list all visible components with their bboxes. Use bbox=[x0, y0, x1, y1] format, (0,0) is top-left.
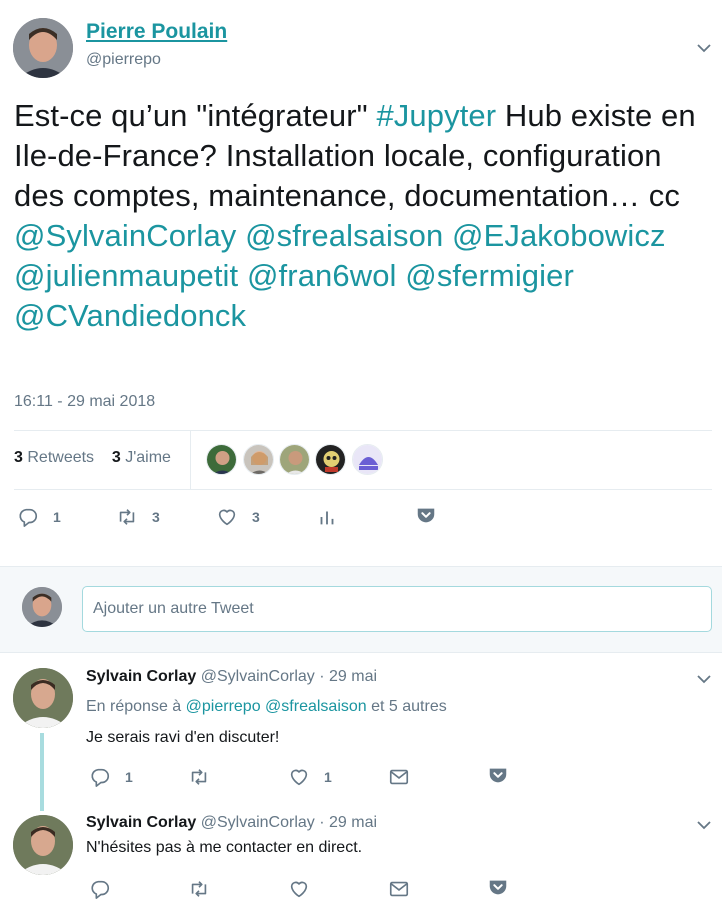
tweet-text-part: Est-ce qu’un "intégrateur" bbox=[14, 98, 377, 133]
tweet-stats: 3 Retweets 3 J'aime bbox=[14, 449, 171, 467]
like-button[interactable]: 1 bbox=[288, 766, 332, 788]
thread-line bbox=[40, 733, 44, 811]
mention-link[interactable]: @julienmaupetit bbox=[14, 258, 238, 293]
retweet-icon bbox=[191, 881, 207, 897]
divider bbox=[14, 489, 712, 490]
mention-link[interactable]: @fran6wol bbox=[247, 258, 397, 293]
author-avatar[interactable] bbox=[13, 18, 73, 78]
stats-separator bbox=[190, 431, 191, 489]
retweet-button[interactable] bbox=[188, 878, 210, 900]
avatar[interactable] bbox=[243, 444, 274, 475]
pocket-icon bbox=[489, 768, 507, 783]
reply-context-suffix[interactable]: et 5 autres bbox=[371, 698, 447, 715]
reply-icon bbox=[91, 880, 110, 899]
mail-icon bbox=[389, 769, 409, 785]
pocket-button[interactable] bbox=[415, 504, 437, 526]
like-count: 3 bbox=[252, 509, 260, 525]
reply-text: N'hésites pas à me contacter en direct. bbox=[86, 839, 363, 856]
reply-button[interactable] bbox=[89, 878, 111, 900]
reply-author-name[interactable]: Sylvain Corlay bbox=[86, 668, 196, 685]
likes-label: J'aime bbox=[125, 449, 171, 466]
mention-link[interactable]: @SylvainCorlay bbox=[14, 218, 236, 253]
like-count: 1 bbox=[324, 769, 332, 785]
reply-author-handle[interactable]: @SylvainCorlay bbox=[201, 814, 315, 831]
retweets-stat[interactable]: 3 Retweets bbox=[14, 449, 94, 466]
mention-link[interactable]: @sfrealsaison bbox=[265, 698, 367, 715]
retweet-icon bbox=[191, 769, 207, 785]
mention-link[interactable]: @CVandiedonck bbox=[14, 298, 246, 333]
mention-link[interactable]: @sfrealsaison bbox=[245, 218, 443, 253]
reply-count: 1 bbox=[125, 769, 133, 785]
avatar[interactable] bbox=[13, 815, 73, 875]
pocket-button[interactable] bbox=[487, 764, 509, 786]
like-button[interactable]: 3 bbox=[216, 506, 260, 528]
hashtag-link[interactable]: #Jupyter bbox=[376, 98, 496, 133]
direct-message-button[interactable] bbox=[388, 878, 410, 900]
retweet-icon bbox=[119, 509, 135, 525]
reply-button[interactable]: 1 bbox=[89, 766, 133, 788]
retweet-button[interactable]: 3 bbox=[116, 506, 160, 528]
reply-context-prefix: En réponse à bbox=[86, 698, 182, 715]
analytics-icon bbox=[320, 511, 334, 525]
reply-text: Je serais ravi d'en discuter! bbox=[86, 729, 280, 746]
avatar bbox=[22, 587, 62, 627]
reply-icon bbox=[91, 768, 110, 787]
reply-date[interactable]: · 29 mai bbox=[319, 814, 377, 831]
avatar[interactable] bbox=[352, 444, 383, 475]
likes-count: 3 bbox=[111, 449, 121, 466]
reply-author-handle[interactable]: @SylvainCorlay bbox=[201, 668, 315, 685]
reply-author-name[interactable]: Sylvain Corlay bbox=[86, 814, 196, 831]
tweet-timestamp[interactable]: 16:11 - 29 mai 2018 bbox=[14, 393, 155, 411]
reply-button[interactable]: 1 bbox=[17, 506, 61, 528]
heart-icon bbox=[290, 881, 308, 898]
analytics-button[interactable] bbox=[316, 506, 338, 528]
chevron-down-icon[interactable] bbox=[697, 818, 711, 832]
heart-icon bbox=[290, 769, 308, 786]
chevron-down-icon[interactable] bbox=[697, 672, 711, 686]
retweet-count: 3 bbox=[152, 509, 160, 525]
retweets-count: 3 bbox=[14, 449, 23, 466]
reply-date[interactable]: · 29 mai bbox=[319, 668, 377, 685]
like-button[interactable] bbox=[288, 878, 310, 900]
retweets-label: Retweets bbox=[27, 449, 95, 466]
reply-count: 1 bbox=[53, 509, 61, 525]
reply-header: Sylvain Corlay @SylvainCorlay · 29 mai bbox=[86, 668, 377, 686]
direct-message-button[interactable] bbox=[388, 766, 410, 788]
reply-context: En réponse à @pierrepo @sfrealsaison et … bbox=[86, 698, 447, 716]
tweet-text: Est-ce qu’un "intégrateur" #Jupyter Hub … bbox=[14, 96, 714, 336]
pocket-icon bbox=[489, 880, 507, 895]
mention-link[interactable]: @EJakobowicz bbox=[452, 218, 666, 253]
divider bbox=[14, 430, 712, 431]
reply-header: Sylvain Corlay @SylvainCorlay · 29 mai bbox=[86, 814, 377, 832]
pocket-icon bbox=[417, 508, 435, 523]
pocket-button[interactable] bbox=[487, 876, 509, 898]
author-name[interactable]: Pierre Poulain bbox=[86, 20, 227, 44]
reply-icon bbox=[19, 508, 38, 527]
avatar[interactable] bbox=[315, 444, 346, 475]
retweet-button[interactable] bbox=[188, 766, 210, 788]
likes-stat[interactable]: 3 J'aime bbox=[112, 449, 171, 466]
avatar[interactable] bbox=[279, 444, 310, 475]
chevron-down-icon[interactable] bbox=[697, 41, 711, 55]
mention-link[interactable]: @sfermigier bbox=[405, 258, 574, 293]
author-handle[interactable]: @pierrepo bbox=[86, 51, 161, 69]
mail-icon bbox=[389, 881, 409, 897]
reply-input[interactable]: Ajouter un autre Tweet bbox=[82, 586, 712, 632]
avatar[interactable] bbox=[206, 444, 237, 475]
avatar[interactable] bbox=[13, 668, 73, 728]
mention-link[interactable]: @pierrepo bbox=[186, 698, 261, 715]
heart-icon bbox=[218, 509, 236, 526]
